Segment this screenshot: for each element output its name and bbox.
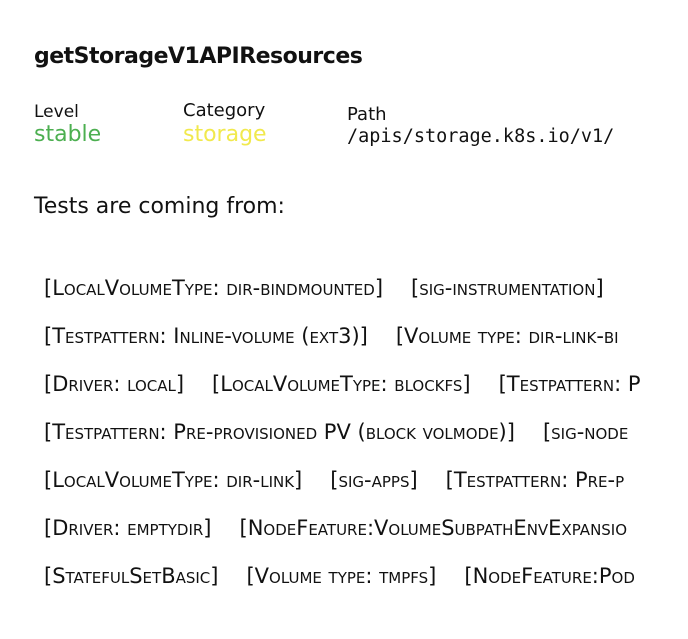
test-row: [Testpattern: Pre-provisioned PV (block … <box>44 420 688 468</box>
test-row: [Driver: emptydir] [NodeFeature:VolumeSub… <box>44 516 688 564</box>
test-tag[interactable]: [LocalVolumeType: dir-link] <box>44 468 302 492</box>
level-value: stable <box>34 122 102 147</box>
test-tag[interactable]: [NodeFeature:Pod <box>464 564 635 588</box>
test-tag[interactable]: [Testpattern: Pre-provisioned PV (block … <box>44 420 515 444</box>
endpoint-title: getStorageV1APIResources <box>34 44 363 69</box>
test-tag[interactable]: [Volume type: tmpfs] <box>246 564 436 588</box>
level-label: Level <box>34 102 79 122</box>
test-tag[interactable]: [Driver: emptydir] <box>44 516 212 540</box>
test-tag[interactable]: [Testpattern: Pre-p <box>446 468 624 492</box>
test-tag[interactable]: [NodeFeature:VolumeSubpathEnvExpansio <box>240 516 628 540</box>
test-tag[interactable]: [sig-apps] <box>330 468 417 492</box>
bottom-mask <box>0 592 688 639</box>
test-row: [Driver: local] [LocalVolumeType: blockfs… <box>44 372 688 420</box>
test-tag-list: [LocalVolumeType: dir-bindmounted] [sig-i… <box>44 276 688 612</box>
test-row: [LocalVolumeType: dir-bindmounted] [sig-i… <box>44 276 688 324</box>
endpoint-detail-page: getStorageV1APIResources Level stable Ca… <box>0 0 688 639</box>
test-tag[interactable]: [Testpattern: Inline-volume (ext3)] <box>44 324 368 348</box>
test-tag[interactable]: [sig-node <box>543 420 628 444</box>
category-label: Category <box>183 100 266 121</box>
path-value: /apis/storage.k8s.io/v1/ <box>347 126 615 147</box>
tests-heading: Tests are coming from: <box>34 194 285 219</box>
test-tag[interactable]: [Testpattern: P <box>499 372 641 396</box>
test-tag[interactable]: [StatefulSetBasic] <box>44 564 218 588</box>
test-row: [LocalVolumeType: dir-link] [sig-apps] [Te… <box>44 468 688 516</box>
path-label: Path <box>347 104 387 125</box>
test-tag[interactable]: [LocalVolumeType: blockfs] <box>212 372 471 396</box>
test-tag[interactable]: [sig-instrumentation] <box>411 276 604 300</box>
test-tag[interactable]: [Volume type: dir-link-bi <box>396 324 619 348</box>
test-tag[interactable]: [LocalVolumeType: dir-bindmounted] <box>44 276 383 300</box>
category-value: storage <box>183 122 267 147</box>
test-tag[interactable]: [Driver: local] <box>44 372 184 396</box>
test-row: [Testpattern: Inline-volume (ext3)] [Volu… <box>44 324 688 372</box>
